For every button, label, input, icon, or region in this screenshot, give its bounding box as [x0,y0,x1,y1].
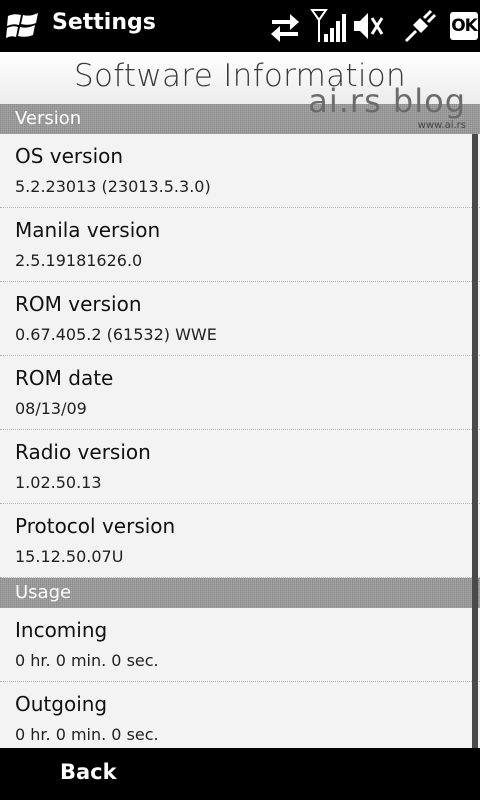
signal-icon[interactable] [310,8,346,44]
watermark-text: ai.rs blog [308,82,466,120]
item-value: 0 hr. 0 min. 0 sec. [15,725,159,744]
ok-button[interactable]: OK [450,12,478,40]
volume-muted-icon[interactable] [352,8,384,44]
item-value: 2.5.19181626.0 [15,251,143,270]
item-value: 0 hr. 0 min. 0 sec. [15,651,159,670]
item-label: ROM version [15,292,142,316]
bottom-bar: Back [0,748,480,800]
list-item-radio-version[interactable]: Radio version 1.02.50.13 [0,430,480,504]
item-label: Protocol version [15,514,176,538]
section-header-usage: Usage [0,578,480,608]
item-label: ROM date [15,366,114,390]
title-bar: Settings OK [0,0,480,52]
list-item-outgoing[interactable]: Outgoing 0 hr. 0 min. 0 sec. [0,682,480,748]
item-value: 08/13/09 [15,399,87,418]
item-value: 1.02.50.13 [15,473,102,492]
windows-logo-icon[interactable] [6,10,40,42]
list-item-os-version[interactable]: OS version 5.2.23013 (23013.5.3.0) [0,134,480,208]
item-label: OS version [15,144,124,168]
watermark-url: www.ai.rs [417,120,466,131]
back-button[interactable]: Back [60,760,117,784]
data-connection-icon[interactable] [268,8,302,44]
item-label: Manila version [15,218,161,242]
list-item-manila-version[interactable]: Manila version 2.5.19181626.0 [0,208,480,282]
list-item-rom-date[interactable]: ROM date 08/13/09 [0,356,480,430]
item-label: Radio version [15,440,151,464]
item-label: Outgoing [15,692,108,716]
usb-connection-icon[interactable] [402,8,438,44]
app-title: Settings [52,10,156,35]
list-item-rom-version[interactable]: ROM version 0.67.405.2 (61532) WWE [0,282,480,356]
item-value: 15.12.50.07U [15,547,124,566]
item-label: Incoming [15,618,108,642]
item-value: 5.2.23013 (23013.5.3.0) [15,177,211,196]
item-value: 0.67.405.2 (61532) WWE [15,325,217,344]
scrollbar[interactable] [472,134,478,748]
list-item-protocol-version[interactable]: Protocol version 15.12.50.07U [0,504,480,578]
content-area: Software Information ai.rs blog www.ai.r… [0,52,480,748]
list-item-incoming[interactable]: Incoming 0 hr. 0 min. 0 sec. [0,608,480,682]
